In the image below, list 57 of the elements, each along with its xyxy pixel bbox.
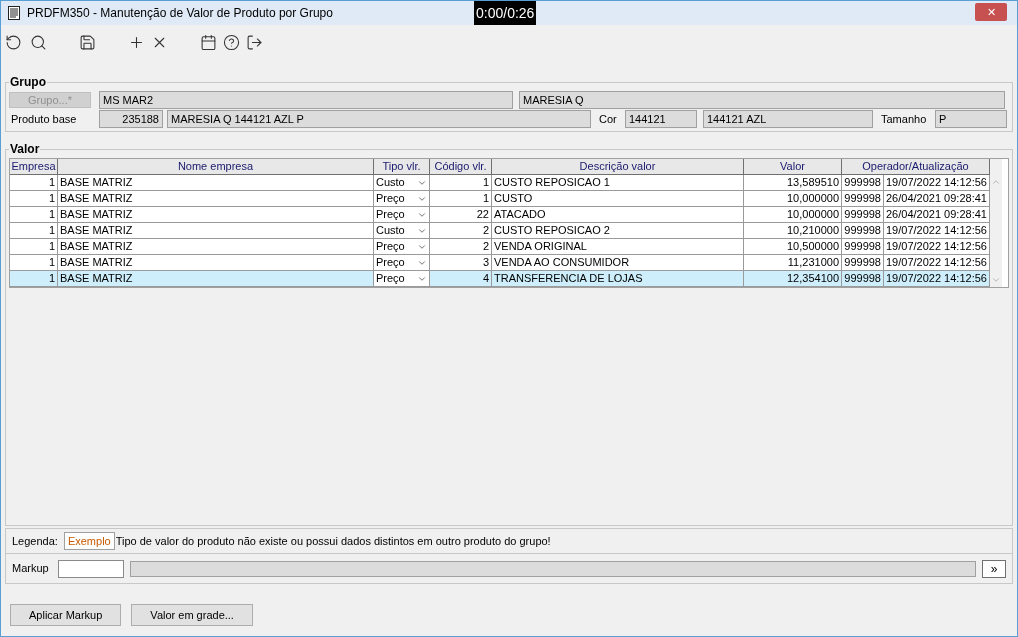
- table-row[interactable]: 1 BASE MATRIZ Custo 1 CUSTO REPOSICAO 1 13,589510 999998 19/07/2022 14:12:56: [10, 175, 990, 191]
- table-row[interactable]: 1 BASE MATRIZ Preço 3 VENDA AO CONSUMIDOR 11,231000 999998 19/07/2022 14:12:56: [10, 255, 990, 271]
- produto-label: Produto base: [10, 111, 78, 127]
- action-button[interactable]: Aplicar Markup: [10, 604, 122, 626]
- column-header[interactable]: Operador/Atualização: [842, 159, 990, 175]
- color-name-field: 144121 AZL: [703, 110, 873, 128]
- product-name-field: MARESIA Q 144121 AZL P: [167, 110, 591, 128]
- tipo-dropdown[interactable]: Preço: [374, 255, 430, 271]
- table-cell: 1: [10, 271, 58, 287]
- video-time: 0:00/0:26: [474, 1, 537, 25]
- tipo-dropdown[interactable]: Preço: [374, 239, 430, 255]
- tipo-dropdown[interactable]: Custo: [374, 223, 430, 239]
- table-cell: 4: [430, 271, 492, 287]
- close-button[interactable]: ✕: [975, 3, 1007, 21]
- window-title: PRDFM350 - Manutenção de Valor de Produto por Grupo: [27, 5, 333, 22]
- table-cell: TRANSFERENCIA DE LOJAS: [492, 271, 744, 287]
- column-header[interactable]: Descrição valor: [492, 159, 744, 175]
- product-code-field: 235188: [99, 110, 163, 128]
- document-icon: [7, 6, 21, 20]
- table-cell: BASE MATRIZ: [58, 271, 374, 287]
- next-button[interactable]: »: [982, 559, 1006, 578]
- column-header[interactable]: Tipo vlr.: [374, 159, 430, 175]
- legenda-label: Legenda:: [12, 533, 58, 549]
- save-icon[interactable]: [79, 33, 96, 51]
- calendar-icon[interactable]: [200, 33, 217, 51]
- action-button[interactable]: Valor em grade...: [131, 604, 253, 626]
- exit-icon[interactable]: [246, 33, 263, 51]
- size-field: P: [935, 110, 1007, 128]
- table-row[interactable]: 1 BASE MATRIZ Preço 4 TRANSFERENCIA DE LOJAS 12,354100 999998 19/07/2022 14:12:56: [10, 271, 990, 287]
- refresh-icon[interactable]: [5, 33, 22, 51]
- table-row[interactable]: 1 BASE MATRIZ Preço 1 CUSTO 10,000000 999998 26/04/2021 09:28:41: [10, 191, 990, 207]
- table-row[interactable]: 1 BASE MATRIZ Custo 2 CUSTO REPOSICAO 2 10,210000 999998 19/07/2022 14:12:56: [10, 223, 990, 239]
- group-name-field: MARESIA Q: [519, 91, 1005, 109]
- table-row[interactable]: 1 BASE MATRIZ Preço 22 ATACADO 10,000000 999998 26/04/2021 09:28:41: [10, 207, 990, 223]
- tipo-dropdown[interactable]: Preço: [374, 207, 430, 223]
- column-header[interactable]: Empresa: [10, 159, 58, 175]
- column-header[interactable]: Nome empresa: [58, 159, 374, 175]
- valor-legend: Valor: [9, 140, 41, 158]
- column-header[interactable]: Valor: [744, 159, 842, 175]
- color-code-field: 144121: [625, 110, 697, 128]
- table-cell: 999998: [842, 271, 884, 287]
- tipo-dropdown[interactable]: Preço: [374, 191, 430, 207]
- search-icon[interactable]: [30, 33, 47, 51]
- tamanho-label: Tamanho: [881, 111, 928, 127]
- group-legend: Grupo: [9, 73, 47, 91]
- help-icon[interactable]: [223, 33, 240, 51]
- markup-input[interactable]: [58, 559, 124, 578]
- tipo-dropdown[interactable]: Preço: [374, 271, 430, 287]
- table-cell: 12,354100: [744, 271, 842, 287]
- cor-label: Cor: [599, 111, 618, 127]
- column-header[interactable]: Código vlr.: [430, 159, 492, 175]
- legend-text: Tipo de valor do produto não existe ou possui dados distintos em outro produto do grupo!: [115, 533, 551, 549]
- table-row[interactable]: 1 BASE MATRIZ Preço 2 VENDA ORIGINAL 10,500000 999998 19/07/2022 14:12:56: [10, 239, 990, 255]
- group-code-field: MS MAR2: [99, 91, 513, 109]
- markup-label: Markup: [12, 561, 50, 577]
- tipo-dropdown[interactable]: Custo: [374, 175, 430, 191]
- example-swatch: Exemplo: [63, 532, 115, 550]
